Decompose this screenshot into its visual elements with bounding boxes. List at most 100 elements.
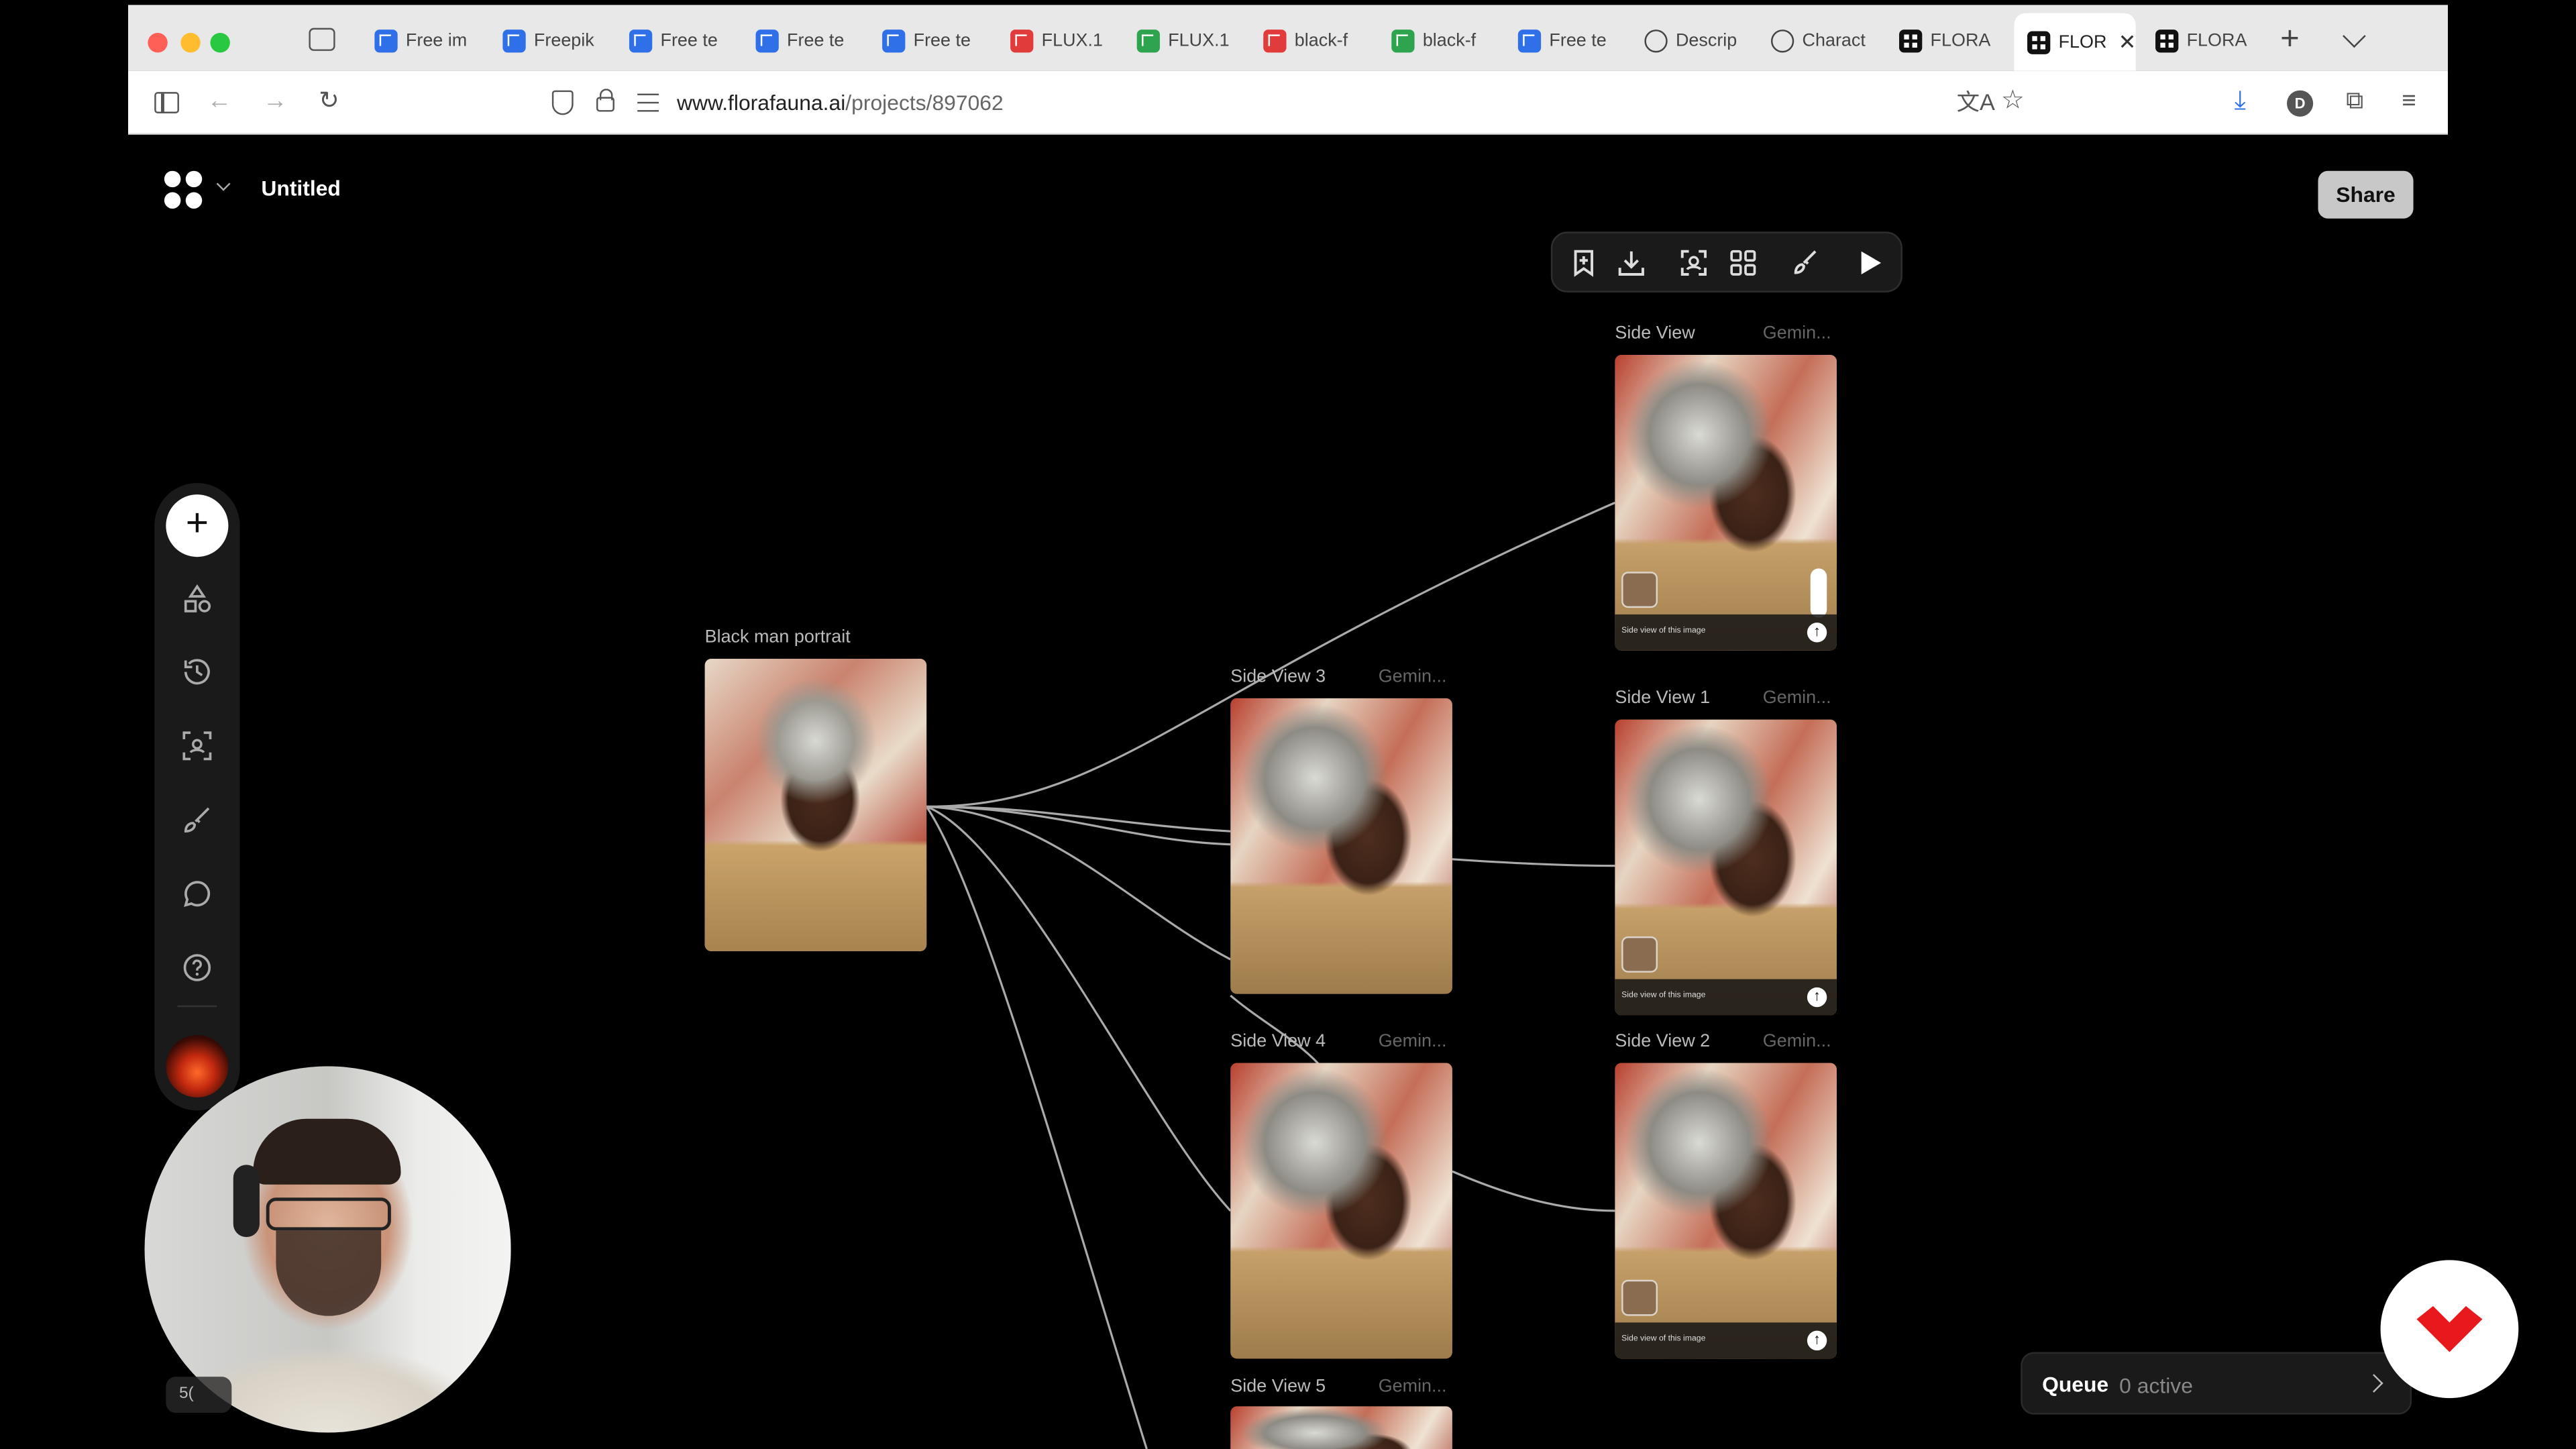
translate-icon[interactable]: 文A	[1957, 89, 1995, 115]
chevron-down-icon[interactable]	[2343, 24, 2366, 48]
tab-overview-icon[interactable]	[309, 28, 335, 51]
browser-tab[interactable]: FLUX.1	[1124, 13, 1245, 69]
sidebar-toggle-icon[interactable]	[154, 92, 179, 113]
side-view-1-node[interactable]: Side view of this image ↑	[1615, 719, 1837, 1016]
brush-icon[interactable]	[180, 804, 213, 837]
chevron-right-icon[interactable]	[2364, 1374, 2383, 1393]
presenter-beard	[276, 1230, 382, 1316]
browser-tab[interactable]: Free te	[616, 13, 737, 69]
new-tab-icon[interactable]: +	[2280, 21, 2300, 59]
freepik-icon	[374, 30, 398, 53]
connector-line	[1230, 994, 1320, 1066]
permissions-icon[interactable]	[637, 93, 659, 112]
bookmark-star-icon[interactable]: ☆	[2001, 88, 2025, 115]
send-icon[interactable]: ↑	[1807, 623, 1827, 643]
side-view-node[interactable]: Side view of this image ↑	[1615, 354, 1837, 651]
browser-tab[interactable]: Charact	[1758, 13, 1879, 69]
connector-line	[926, 805, 1232, 1212]
comment-icon[interactable]	[180, 877, 213, 910]
flora-icon	[2155, 30, 2179, 53]
node-title: Black man portrait	[704, 627, 851, 647]
grid-icon[interactable]	[1728, 248, 1758, 278]
node-title: Side View 4	[1230, 1031, 1326, 1052]
portrait-image	[1230, 1063, 1452, 1359]
url-text[interactable]: www.florafauna.ai/projects/897062	[677, 91, 1004, 115]
lock-icon[interactable]	[596, 89, 614, 112]
close-tab-icon[interactable]: ✕	[2118, 29, 2136, 55]
reference-thumbnail[interactable]	[1621, 936, 1658, 973]
face-scan-icon[interactable]	[180, 729, 213, 762]
browser-tab[interactable]: black-f	[1250, 13, 1372, 69]
browser-tab[interactable]: FLORA	[2142, 13, 2263, 69]
browser-tab[interactable]: Freepik	[490, 13, 611, 69]
reference-thumbnail[interactable]	[1621, 1279, 1658, 1316]
zoom-window-button[interactable]	[210, 32, 230, 53]
shield-icon[interactable]	[551, 90, 574, 115]
flora-logo[interactable]	[164, 170, 204, 211]
browser-tab[interactable]: Free te	[743, 13, 864, 69]
portrait-image	[704, 659, 927, 951]
project-title[interactable]: Untitled	[261, 176, 341, 201]
send-icon[interactable]: ↑	[1807, 987, 1827, 1008]
address-bar[interactable]: www.florafauna.ai/projects/897062	[539, 79, 2050, 127]
node-title: Side View 1	[1615, 688, 1711, 708]
browser-tab[interactable]: Descrip	[1631, 13, 1753, 69]
side-view-5-node[interactable]	[1230, 1406, 1452, 1449]
browser-tab-active[interactable]: FLOR ✕	[2014, 13, 2136, 71]
presenter-glasses	[266, 1197, 391, 1231]
node-model: Gemin...	[1762, 688, 1831, 708]
connector-line	[926, 805, 1232, 961]
extensions-icon[interactable]: ⧉	[2346, 88, 2363, 115]
brush-icon[interactable]	[1790, 248, 1820, 278]
freepik-icon	[629, 30, 653, 53]
browser-tab[interactable]: Free te	[1505, 13, 1626, 69]
menu-icon[interactable]: ≡	[2402, 88, 2416, 115]
tab-strip: Free im Freepik Free te Free te Free te …	[128, 5, 2448, 71]
freepik-icon	[755, 30, 779, 53]
source-image-node[interactable]	[704, 659, 927, 951]
side-view-4-node[interactable]	[1230, 1063, 1452, 1359]
bookmark-add-icon[interactable]	[1569, 248, 1599, 278]
browser-tab[interactable]: Free te	[869, 13, 991, 69]
minimize-window-button[interactable]	[180, 32, 201, 53]
node-model: Gemin...	[1762, 1031, 1831, 1052]
forward-icon[interactable]: →	[263, 88, 288, 115]
scroll-handle[interactable]	[1810, 568, 1827, 618]
face-scan-icon[interactable]	[1679, 248, 1709, 278]
chevron-down-icon[interactable]	[216, 176, 231, 191]
reference-thumbnail[interactable]	[1621, 572, 1658, 608]
browser-tab[interactable]: Free im	[362, 13, 483, 69]
freepik-icon	[882, 30, 906, 53]
node-title: Side View 5	[1230, 1377, 1326, 1397]
queue-count: 0 active	[2119, 1373, 2193, 1399]
prompt-caption: Side view of this image	[1615, 1322, 1837, 1359]
browser-tab[interactable]: FLUX.1	[998, 13, 1119, 69]
openai-icon	[1644, 30, 1668, 53]
queue-panel[interactable]: Queue 0 active	[2021, 1352, 2412, 1415]
side-view-2-node[interactable]: Side view of this image ↑	[1615, 1063, 1837, 1359]
flux-red-icon	[1010, 30, 1034, 53]
close-window-button[interactable]	[148, 32, 168, 53]
browser-tab[interactable]: FLORA	[1886, 13, 2007, 69]
profile-avatar[interactable]: D	[2286, 90, 2314, 117]
send-icon[interactable]: ↑	[1807, 1330, 1827, 1351]
freepik-icon	[502, 30, 526, 53]
side-view-3-node[interactable]	[1230, 698, 1452, 994]
connector-line	[1452, 858, 1615, 867]
prompt-caption: Side view of this image	[1615, 979, 1837, 1016]
play-icon[interactable]	[1855, 248, 1884, 278]
add-node-button[interactable]: +	[166, 494, 229, 557]
queue-label: Queue	[2042, 1371, 2109, 1397]
history-icon[interactable]	[180, 655, 213, 688]
browser-tab[interactable]: black-f	[1379, 13, 1500, 69]
download-icon[interactable]	[1617, 248, 1646, 278]
user-avatar[interactable]	[166, 1034, 229, 1097]
back-icon[interactable]: ←	[207, 88, 232, 115]
help-icon[interactable]	[180, 951, 213, 984]
browser-toolbar: ← → ↻ www.florafauna.ai/projects/897062 …	[128, 70, 2448, 135]
reload-icon[interactable]: ↻	[319, 88, 339, 115]
portrait-image	[1230, 698, 1452, 994]
shapes-icon[interactable]	[180, 582, 213, 614]
download-icon[interactable]: ⤓	[2235, 88, 2246, 115]
share-button[interactable]: Share	[2318, 170, 2414, 219]
